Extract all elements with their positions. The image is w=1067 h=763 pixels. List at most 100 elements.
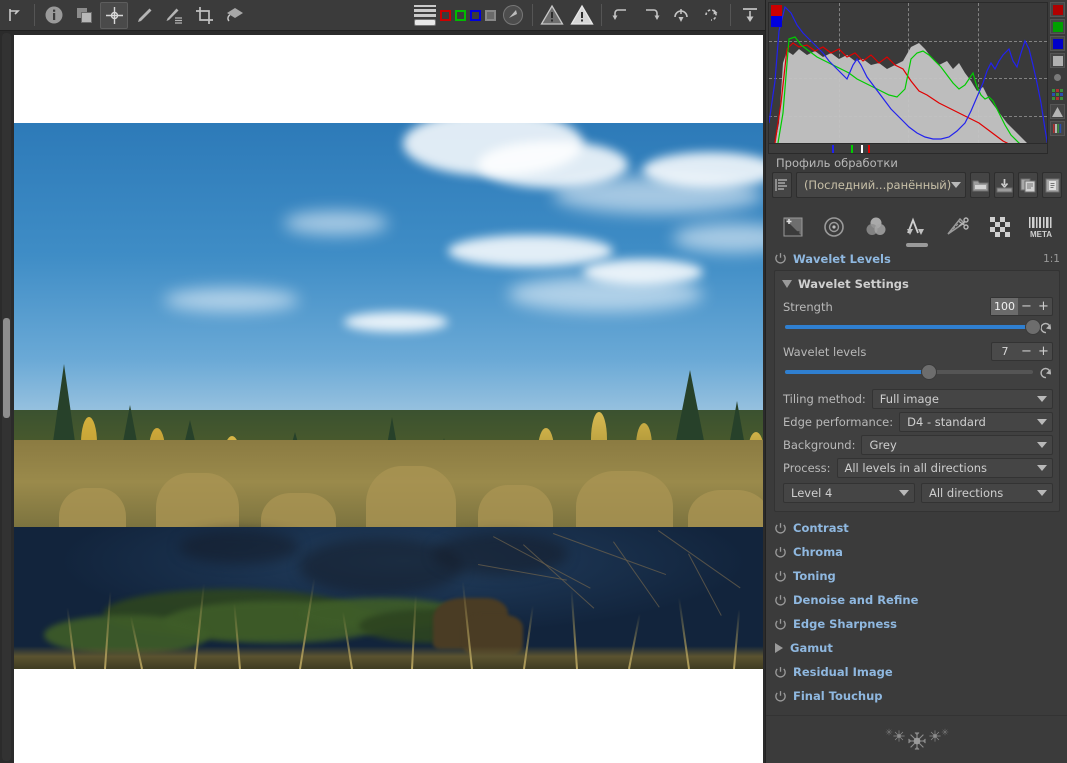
- strength-stepper[interactable]: 100 − +: [990, 297, 1053, 316]
- wavelet-levels-stepper[interactable]: 7 − +: [991, 342, 1053, 361]
- wavelet-levels-header[interactable]: Wavelet Levels 1:1: [766, 248, 1067, 269]
- load-profile-button[interactable]: [970, 172, 991, 198]
- save-profile-button[interactable]: [994, 172, 1015, 198]
- section-contrast[interactable]: Contrast: [766, 516, 1067, 540]
- section-edge-sharpness-label: Edge Sharpness: [793, 617, 897, 631]
- wavelet-levels-minus-button[interactable]: −: [1018, 343, 1035, 360]
- undo-button[interactable]: [607, 2, 635, 29]
- section-gamut-label: Gamut: [790, 641, 833, 655]
- section-denoise-and-refine[interactable]: Denoise and Refine: [766, 588, 1067, 612]
- hand-tool[interactable]: [1, 2, 29, 29]
- histogram-curves: [769, 5, 1047, 153]
- process-combo[interactable]: All levels in all directions: [836, 458, 1053, 478]
- section-gamut[interactable]: Gamut: [766, 636, 1067, 660]
- chevron-down-icon: [1037, 396, 1047, 402]
- edge-performance-value: D4 - standard: [907, 415, 986, 429]
- wavelet-sections: Contrast Chroma Toning Denoise and Refin…: [766, 516, 1067, 708]
- info-tool[interactable]: [40, 2, 68, 29]
- wavelet-levels-slider[interactable]: [785, 364, 1033, 380]
- crop-tool[interactable]: [190, 2, 218, 29]
- strength-slider[interactable]: [785, 319, 1041, 335]
- power-toggle-icon[interactable]: [774, 252, 787, 265]
- white-balance-picker[interactable]: [130, 2, 158, 29]
- section-residual-image-label: Residual Image: [793, 665, 893, 679]
- edge-performance-label: Edge performance:: [783, 415, 894, 429]
- background-row: Background: Grey: [775, 432, 1059, 455]
- tiling-method-combo[interactable]: Full image: [871, 389, 1053, 409]
- shadow-clipping-warning-icon[interactable]: [538, 2, 566, 29]
- tab-raw[interactable]: [985, 210, 1015, 244]
- highlight-clipping-warning-icon[interactable]: [568, 2, 596, 29]
- section-toning[interactable]: Toning: [766, 564, 1067, 588]
- before-after-tool[interactable]: [70, 2, 98, 29]
- histogram-bars-icon[interactable]: [412, 4, 438, 26]
- tab-detail[interactable]: [819, 210, 849, 244]
- strength-minus-button[interactable]: −: [1018, 298, 1035, 315]
- paste-profile-button[interactable]: [1042, 172, 1063, 198]
- section-edge-sharpness[interactable]: Edge Sharpness: [766, 612, 1067, 636]
- wavelet-settings-title: Wavelet Settings: [798, 277, 909, 291]
- histogram-plot[interactable]: [768, 2, 1048, 154]
- processing-profile-combo[interactable]: (Последний...ранённый): [795, 172, 967, 198]
- histogram-red-toggle[interactable]: [1050, 2, 1065, 17]
- histogram-chroma-toggle[interactable]: [1050, 70, 1065, 85]
- power-toggle-icon[interactable]: [774, 546, 787, 559]
- histogram-raw-toggle[interactable]: [1050, 87, 1065, 102]
- strength-value[interactable]: 100: [991, 298, 1018, 315]
- image-canvas[interactable]: [14, 35, 763, 763]
- wavelet-levels-plus-button[interactable]: +: [1035, 343, 1052, 360]
- edited-photograph[interactable]: [14, 123, 763, 669]
- tab-color[interactable]: [861, 210, 891, 244]
- canvas-vertical-scrollbar[interactable]: [2, 33, 11, 761]
- direction-combo[interactable]: All directions: [921, 483, 1053, 503]
- reset-button[interactable]: [667, 2, 695, 29]
- scrollbar-thumb[interactable]: [3, 318, 10, 418]
- chevron-down-icon[interactable]: [782, 280, 792, 288]
- power-toggle-icon[interactable]: [774, 666, 787, 679]
- luminance-channel-toggle[interactable]: [485, 9, 496, 21]
- power-toggle-icon[interactable]: [774, 690, 787, 703]
- level-value: Level 4: [791, 486, 833, 500]
- strength-plus-button[interactable]: +: [1035, 298, 1052, 315]
- section-residual-image[interactable]: Residual Image: [766, 660, 1067, 684]
- tab-exposure[interactable]: [778, 210, 808, 244]
- green-channel-toggle[interactable]: [455, 9, 466, 21]
- collapse-all-button[interactable]: [736, 2, 764, 29]
- background-combo[interactable]: Grey: [861, 435, 1053, 455]
- rotate-button[interactable]: [697, 2, 725, 29]
- histogram-luma-toggle[interactable]: [1050, 53, 1065, 68]
- chevron-right-icon[interactable]: [775, 643, 783, 653]
- zoom-ratio-indicator: 1:1: [1043, 252, 1060, 265]
- power-toggle-icon[interactable]: [774, 618, 787, 631]
- tool-panel: Wavelet Levels 1:1 Wavelet Settings Stre…: [766, 248, 1067, 715]
- crosshair-tool[interactable]: [100, 1, 128, 29]
- redo-button[interactable]: [637, 2, 665, 29]
- edge-performance-combo[interactable]: D4 - standard: [899, 412, 1053, 432]
- tab-advanced[interactable]: [902, 210, 932, 247]
- raw-chroma-icon[interactable]: [499, 2, 527, 29]
- tab-metadata[interactable]: META: [1026, 210, 1056, 244]
- section-chroma[interactable]: Chroma: [766, 540, 1067, 564]
- wavelet-settings-header[interactable]: Wavelet Settings: [775, 275, 1059, 295]
- right-panel: Профиль обработки (Последний...ранённый): [765, 0, 1067, 763]
- history-list-icon[interactable]: [772, 172, 792, 198]
- histogram-green-toggle[interactable]: [1050, 19, 1065, 34]
- strength-reset-icon[interactable]: [1039, 320, 1053, 334]
- power-toggle-icon[interactable]: [774, 570, 787, 583]
- blue-channel-toggle[interactable]: [470, 9, 481, 21]
- red-channel-toggle[interactable]: [440, 9, 451, 21]
- edge-performance-row: Edge performance: D4 - standard: [775, 409, 1059, 432]
- power-toggle-icon[interactable]: [774, 594, 787, 607]
- level-combo[interactable]: Level 4: [783, 483, 915, 503]
- wavelet-levels-reset-icon[interactable]: [1039, 365, 1053, 379]
- histogram-blue-toggle[interactable]: [1050, 36, 1065, 51]
- straighten-tool[interactable]: [220, 2, 248, 29]
- wavelet-levels-value[interactable]: 7: [992, 343, 1018, 360]
- copy-profile-button[interactable]: [1018, 172, 1039, 198]
- histogram-mode-toggle[interactable]: [1050, 104, 1065, 119]
- section-final-touchup[interactable]: Final Touchup: [766, 684, 1067, 708]
- histogram-parade-toggle[interactable]: [1050, 121, 1065, 136]
- tab-transform[interactable]: [943, 210, 973, 244]
- power-toggle-icon[interactable]: [774, 522, 787, 535]
- spot-wb-picker[interactable]: [160, 2, 188, 29]
